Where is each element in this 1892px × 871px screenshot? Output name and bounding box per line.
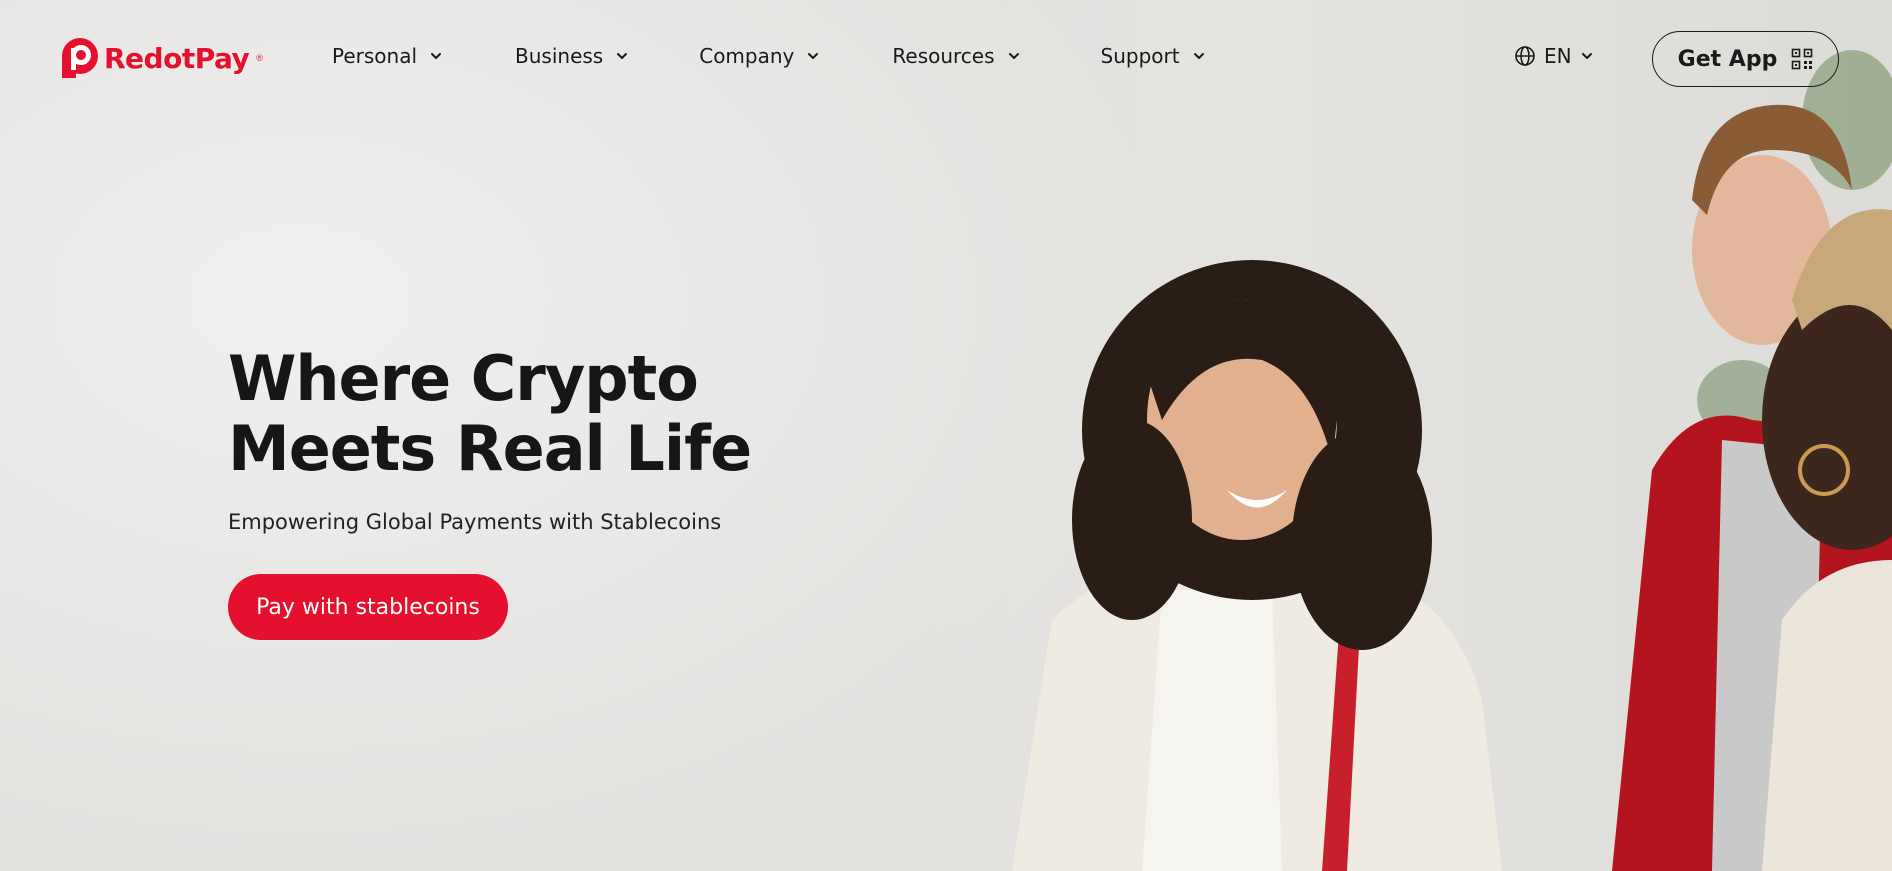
main-nav: Personal Business Company Resources Supp…: [332, 44, 1278, 68]
redotpay-logo-icon: [62, 38, 98, 78]
registered-mark: ®: [256, 53, 263, 63]
get-app-label: Get App: [1677, 46, 1778, 72]
nav-item-label: Business: [515, 44, 604, 68]
brand-name: RedotPay: [104, 41, 250, 75]
nav-item-label: Resources: [892, 44, 995, 68]
chevron-down-icon: [1193, 53, 1204, 59]
nav-item-label: Personal: [332, 44, 418, 68]
nav-item-company[interactable]: Company: [699, 44, 820, 68]
nav-item-resources[interactable]: Resources: [892, 44, 1020, 68]
chevron-down-icon: [1008, 53, 1019, 59]
site-header: RedotPay ® Personal Business Company Reso…: [0, 0, 1892, 118]
nav-item-label: Support: [1100, 44, 1180, 68]
hero-section: Where Crypto Meets Real Life Empowering …: [228, 344, 788, 640]
hero-title-line2: Meets Real Life: [228, 412, 752, 485]
globe-icon: [1515, 46, 1535, 66]
chevron-down-icon: [431, 53, 442, 59]
nav-item-label: Company: [699, 44, 795, 68]
language-label: EN: [1544, 44, 1572, 68]
hero-title-line1: Where Crypto: [228, 342, 699, 415]
brand-logo[interactable]: RedotPay ®: [62, 38, 263, 78]
nav-item-personal[interactable]: Personal: [332, 44, 443, 68]
chevron-down-icon: [808, 53, 819, 59]
qr-code-icon: [1792, 48, 1813, 70]
chevron-down-icon: [1581, 53, 1592, 59]
chevron-down-icon: [617, 53, 628, 59]
hero-subtitle: Empowering Global Payments with Stableco…: [228, 510, 722, 534]
nav-item-support[interactable]: Support: [1101, 44, 1206, 68]
hero-title: Where Crypto Meets Real Life: [228, 344, 788, 484]
get-app-button[interactable]: Get App: [1652, 31, 1839, 87]
hero-photo: [892, 0, 1892, 871]
pay-with-stablecoins-button[interactable]: Pay with stablecoins: [228, 574, 508, 640]
nav-item-business[interactable]: Business: [515, 44, 629, 68]
language-selector[interactable]: EN: [1514, 44, 1594, 68]
